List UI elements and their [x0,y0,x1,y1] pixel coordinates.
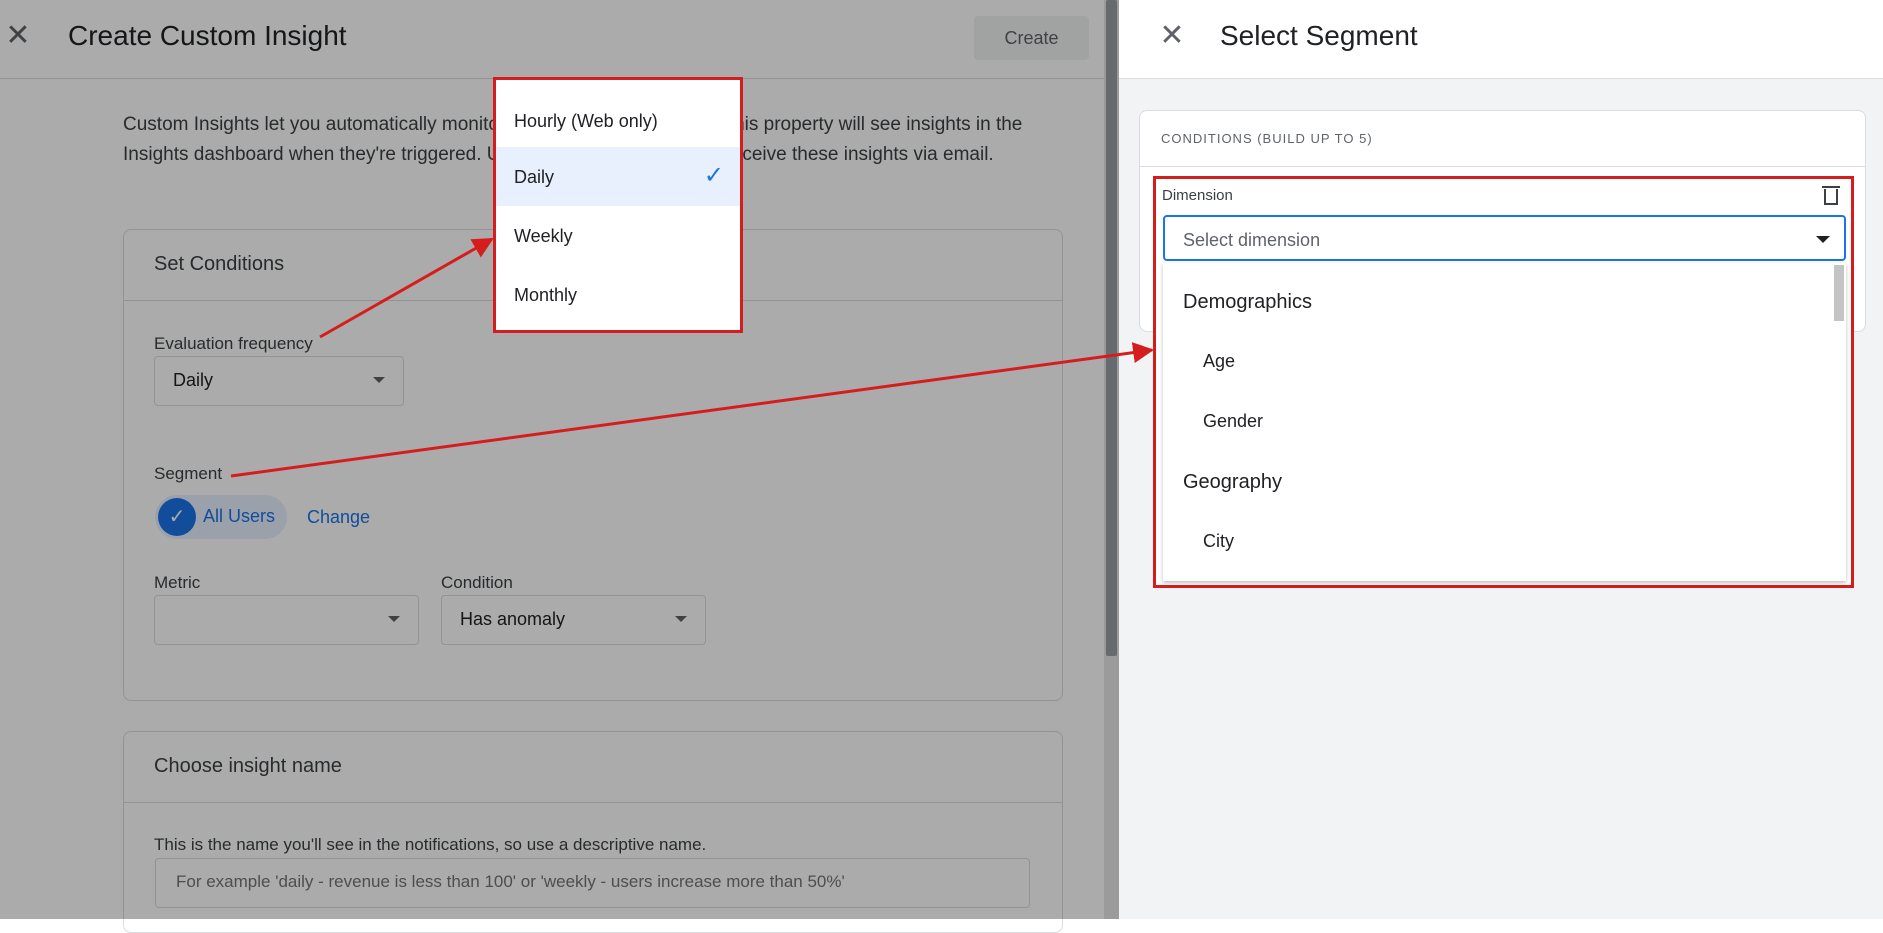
conditions-header: CONDITIONS (BUILD UP TO 5) [1140,111,1865,167]
chevron-down-icon [1816,236,1830,243]
dimension-select[interactable]: Select dimension [1163,215,1846,261]
panel-title: Select Segment [1220,20,1418,51]
menu-item-weekly[interactable]: Weekly [496,206,740,265]
group-header-geography: Geography [1183,471,1282,493]
list-item-age[interactable]: Age [1203,351,1235,372]
menu-item-label: Monthly [514,285,578,305]
menu-item-label: Hourly (Web only) [514,111,658,131]
menu-item-hourly[interactable]: Hourly (Web only) [496,91,740,150]
list-scrollbar[interactable] [1834,265,1844,321]
check-icon: ✓ [703,162,724,189]
menu-item-label: Daily [514,167,555,187]
dimension-label: Dimension [1162,187,1233,204]
group-header-demographics: Demographics [1183,291,1312,313]
list-item-gender[interactable]: Gender [1203,411,1263,432]
close-icon[interactable]: ✕ [1158,21,1186,51]
trash-icon[interactable] [1822,186,1840,205]
list-item-city[interactable]: City [1203,531,1234,552]
menu-item-monthly[interactable]: Monthly [496,265,740,324]
menu-item-label: Weekly [514,226,573,246]
frequency-menu: Hourly (Web only) Daily ✓ Weekly Monthly [493,77,743,333]
select-placeholder: Select dimension [1183,230,1321,250]
conditions-heading: CONDITIONS (BUILD UP TO 5) [1161,131,1373,146]
panel-header: ✕ Select Segment [1119,0,1883,79]
dimension-list: Demographics Age Gender Geography City [1163,263,1846,581]
menu-item-daily[interactable]: Daily ✓ [496,147,740,206]
dimension-condition: Dimension Select dimension Demographics … [1153,176,1854,588]
